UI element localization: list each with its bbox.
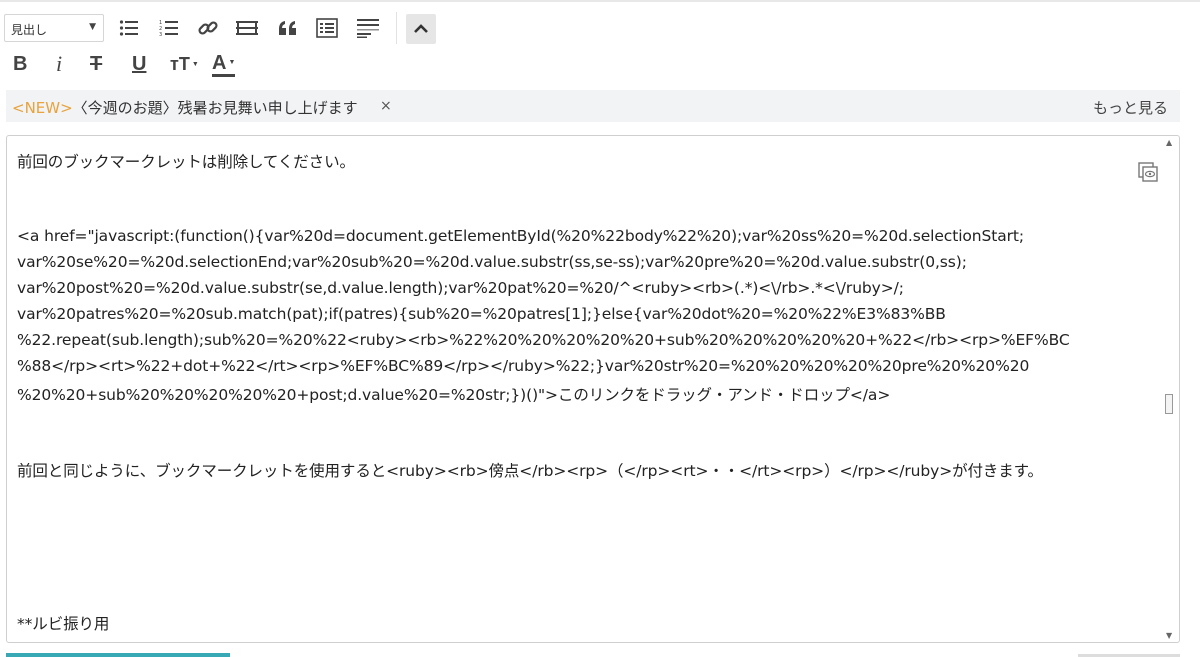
chevron-down-icon: ▼ [228, 59, 236, 66]
table-of-contents-button[interactable] [312, 14, 342, 42]
topic-title: 〈今週のお題〉残暑お見舞い申し上げます [72, 99, 358, 117]
more-topics-link[interactable]: もっと見る [1093, 97, 1168, 118]
editor-line: var%20se%20=%20d.selectionEnd;var%20sub%… [17, 253, 967, 271]
chevron-down-icon: ▼ [191, 60, 199, 68]
weekly-topic[interactable]: <NEW>〈今週のお題〉残暑お見舞い申し上げます [12, 97, 358, 118]
chevron-up-icon [414, 24, 428, 33]
underline-button[interactable]: U [132, 50, 146, 78]
heading-select[interactable]: 見出し ▼ [4, 14, 104, 42]
font-color-button[interactable]: A ▼ [212, 52, 236, 77]
editor-textarea[interactable]: 前回のブックマークレットは削除してください。 <a href="javascri… [6, 135, 1180, 643]
link-icon [198, 21, 218, 35]
editor-line: **ルビ振り用 [17, 615, 110, 633]
new-badge: <NEW> [12, 99, 73, 117]
read-more-button[interactable] [353, 14, 383, 42]
heading-select-value: 見出し [11, 23, 48, 37]
editor-line: 前回のブックマークレットは削除してください。 [17, 153, 355, 171]
font-color-label: A [212, 52, 227, 74]
svg-text:3: 3 [159, 32, 162, 37]
italic-button[interactable]: i [56, 50, 62, 78]
editor-scrollbar[interactable]: ▲ ▼ [1164, 138, 1176, 640]
preview-icon[interactable] [1137, 161, 1159, 183]
link-button[interactable] [193, 14, 223, 42]
editor-toolbar-row-1: 見出し ▼ 1 2 3 [0, 12, 1200, 44]
font-size-label: тT [170, 53, 190, 74]
editor-line: %20%20+sub%20%20%20%20%20+post;d.value%2… [17, 386, 891, 404]
horizontal-rule-button[interactable] [232, 14, 262, 42]
horizontal-rule-icon [236, 21, 258, 35]
weekly-topic-bar: <NEW>〈今週のお題〉残暑お見舞い申し上げます × もっと見る [6, 90, 1180, 122]
quote-button[interactable] [273, 14, 303, 42]
bullet-list-button[interactable] [114, 14, 144, 42]
editor-line: var%20post%20=%20d.value.substr(se,d.val… [17, 279, 904, 297]
close-topic-button[interactable]: × [380, 98, 392, 114]
justify-icon [357, 19, 379, 38]
table-of-contents-icon [316, 18, 338, 38]
bullet-list-icon [119, 20, 138, 36]
editor-line: %22.repeat(sub.length);sub%20=%20%22<rub… [17, 331, 1070, 349]
editor-line: 前回と同じように、ブックマークレットを使用すると<ruby><rb>傍点</rb… [17, 462, 1043, 480]
scrollbar-thumb[interactable] [1165, 394, 1173, 414]
editor-toolbar-row-2: B i T U тT ▼ A ▼ [0, 50, 1200, 80]
numbered-list-button[interactable]: 1 2 3 [154, 14, 184, 42]
editor-line: %88</rp><rt>%22+dot+%22</rt><rp>%EF%BC%8… [17, 357, 1030, 375]
publish-button-edge[interactable] [6, 653, 230, 657]
font-size-button[interactable]: тT ▼ [170, 50, 199, 78]
toolbar-separator [396, 12, 397, 44]
chevron-down-icon: ▼ [89, 22, 96, 32]
numbered-list-icon: 1 2 3 [159, 20, 178, 37]
strikethrough-button[interactable]: T [90, 50, 102, 78]
bold-button[interactable]: B [13, 50, 27, 78]
collapse-toolbar-button[interactable] [406, 14, 436, 44]
scroll-down-icon[interactable]: ▼ [1166, 631, 1172, 640]
scroll-up-icon[interactable]: ▲ [1166, 138, 1172, 147]
editor-line: <a href="javascript:(function(){var%20d=… [17, 227, 1024, 245]
quote-icon [279, 21, 296, 35]
top-divider [0, 0, 1200, 2]
editor-line: var%20patres%20=%20sub.match(pat);if(pat… [17, 305, 946, 323]
